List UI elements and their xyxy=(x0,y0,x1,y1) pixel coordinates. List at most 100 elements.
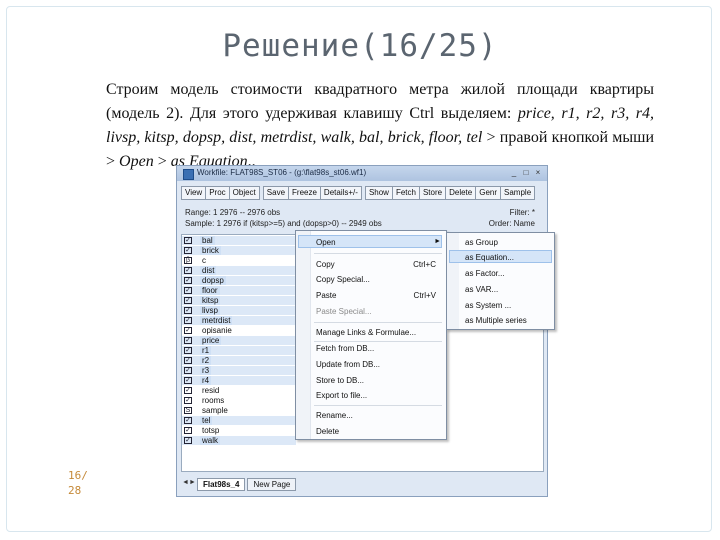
object-name: metrdist xyxy=(200,316,233,325)
paste-shortcut: Ctrl+V xyxy=(413,291,436,300)
page-number-top: 16/ xyxy=(68,469,88,482)
object-row-walk[interactable]: ✓ walk xyxy=(184,436,221,445)
fetch-button[interactable]: Fetch xyxy=(391,186,420,200)
menu-item-paste[interactable]: Paste xyxy=(316,291,336,300)
submenu-item-as-system[interactable]: as System ... xyxy=(465,301,511,310)
save-button[interactable]: Save xyxy=(262,186,290,200)
object-row-price[interactable]: ✓ price xyxy=(184,336,222,345)
series-check-icon: ✓ xyxy=(184,357,192,364)
object-row-sample[interactable]: Ssample xyxy=(184,406,230,415)
close-button[interactable]: × xyxy=(533,168,543,178)
series-check-icon: ✓ xyxy=(184,337,192,344)
object-button[interactable]: Object xyxy=(228,186,260,200)
workfile-toolbar: View Proc Object Save Freeze Details+/- … xyxy=(181,186,536,200)
submenu-arrow-icon: ► xyxy=(434,238,441,245)
submenu-icon-column xyxy=(447,233,459,329)
object-row-bal[interactable]: ✓ bal xyxy=(184,236,215,245)
order-info[interactable]: Order: Name xyxy=(489,219,535,228)
object-name: kitsp xyxy=(200,296,221,305)
object-name: dopsp xyxy=(200,276,226,285)
instruction-text: > xyxy=(153,153,171,170)
object-row-brick[interactable]: ✓ brick xyxy=(184,246,221,255)
filter-info[interactable]: Filter: * xyxy=(510,208,535,217)
genr-button[interactable]: Genr xyxy=(475,186,502,200)
object-name: bal xyxy=(200,236,215,245)
series-check-icon: ✓ xyxy=(184,317,192,324)
menu-item-fetch[interactable]: Fetch from DB... xyxy=(316,344,374,353)
object-row-r3[interactable]: ✓ r3 xyxy=(184,366,212,375)
window-titlebar[interactable]: Workfile: FLAT98S_ST06 - (g:\flat98s_st0… xyxy=(177,166,547,181)
menu-item-manage-links[interactable]: Manage Links & Formulae... xyxy=(316,328,416,337)
menu-item-rename[interactable]: Rename... xyxy=(316,411,353,420)
tab-flat98s-4[interactable]: Flat98s_4 xyxy=(197,478,246,491)
details-button[interactable]: Details+/- xyxy=(319,186,362,200)
submenu-item-as-equation[interactable]: as Equation... xyxy=(465,253,514,262)
object-name: r3 xyxy=(200,366,212,375)
minimize-button[interactable]: _ xyxy=(509,168,519,178)
instruction-open: Open xyxy=(119,153,154,170)
object-row-kitsp[interactable]: ✓ kitsp xyxy=(184,296,221,305)
workfile-icon xyxy=(183,169,194,180)
submenu-item-as-multiple-series[interactable]: as Multiple series xyxy=(465,316,527,325)
page-number-bottom: 28 xyxy=(68,484,82,497)
series-check-icon: ✓ xyxy=(184,427,192,434)
show-button[interactable]: Show xyxy=(364,186,393,200)
menu-item-copy-special[interactable]: Copy Special... xyxy=(316,275,370,284)
page-tabs: Flat98s_4 New Page xyxy=(197,478,298,491)
tab-scroll-right-icon[interactable]: ► xyxy=(189,479,196,486)
object-row-dopsp[interactable]: ✓ dopsp xyxy=(184,276,226,285)
object-row-c[interactable]: βc xyxy=(184,256,208,265)
slide-title: Решение(16/25) xyxy=(222,28,498,64)
tab-new-page[interactable]: New Page xyxy=(247,478,297,491)
series-check-icon: ✓ xyxy=(184,267,192,274)
submenu-item-as-factor[interactable]: as Factor... xyxy=(465,269,505,278)
maximize-button[interactable]: □ xyxy=(521,168,531,178)
proc-button[interactable]: Proc xyxy=(205,186,230,200)
freeze-button[interactable]: Freeze xyxy=(288,186,321,200)
menu-item-paste-special[interactable]: Paste Special... xyxy=(316,307,372,316)
object-name: walk xyxy=(200,436,221,445)
series-check-icon: ✓ xyxy=(184,277,192,284)
object-row-resid[interactable]: ✓ resid xyxy=(184,386,221,395)
menu-item-export[interactable]: Export to file... xyxy=(316,391,367,400)
series-check-icon: ✓ xyxy=(184,377,192,384)
object-row-metrdist[interactable]: ✓ metrdist xyxy=(184,316,233,325)
series-check-icon: ✓ xyxy=(184,367,192,374)
object-row-totsp[interactable]: ✓ totsp xyxy=(184,426,221,435)
menu-item-open[interactable]: Open xyxy=(316,238,336,247)
menu-item-store[interactable]: Store to DB... xyxy=(316,376,364,385)
copy-shortcut: Ctrl+C xyxy=(413,260,436,269)
sample-info[interactable]: Sample: 1 2976 if (kitsp>=5) and (dopsp>… xyxy=(185,219,382,228)
submenu-item-as-var[interactable]: as VAR... xyxy=(465,285,498,294)
object-row-r4[interactable]: ✓ r4 xyxy=(184,376,212,385)
menu-item-delete[interactable]: Delete xyxy=(316,427,339,436)
range-info[interactable]: Range: 1 2976 -- 2976 obs xyxy=(185,208,280,217)
object-name: floor xyxy=(200,286,220,295)
object-row-r1[interactable]: ✓ r1 xyxy=(184,346,212,355)
menu-separator xyxy=(314,322,442,323)
series-check-icon: ✓ xyxy=(184,247,192,254)
object-name: price xyxy=(200,336,222,345)
object-row-dist[interactable]: ✓ dist xyxy=(184,266,217,275)
delete-button[interactable]: Delete xyxy=(445,186,477,200)
object-row-tel[interactable]: ✓ tel xyxy=(184,416,213,425)
object-row-livsp[interactable]: ✓ livsp xyxy=(184,306,221,315)
page-number: 16/28 xyxy=(68,468,98,498)
menu-icon-column xyxy=(296,231,311,439)
submenu-item-as-group[interactable]: as Group xyxy=(465,238,498,247)
object-row-floor[interactable]: ✓ floor xyxy=(184,286,220,295)
object-name: rooms xyxy=(202,396,225,405)
series-check-icon: ✓ xyxy=(184,417,192,424)
series-sample-icon: S xyxy=(184,407,192,414)
object-row-r2[interactable]: ✓ r2 xyxy=(184,356,212,365)
store-button[interactable]: Store xyxy=(418,186,447,200)
tab-scroll-left-icon[interactable]: ◄ xyxy=(182,479,189,486)
sample-button[interactable]: Sample xyxy=(500,186,536,200)
series-check-icon: ✓ xyxy=(184,387,192,394)
series-check-icon: ✓ xyxy=(184,237,192,244)
menu-item-copy[interactable]: Copy xyxy=(316,260,335,269)
menu-item-update[interactable]: Update from DB... xyxy=(316,360,380,369)
view-button[interactable]: View xyxy=(181,186,207,200)
object-row-rooms[interactable]: ✓ rooms xyxy=(184,396,226,405)
object-row-opisanie[interactable]: ✓ opisanie xyxy=(184,326,234,335)
